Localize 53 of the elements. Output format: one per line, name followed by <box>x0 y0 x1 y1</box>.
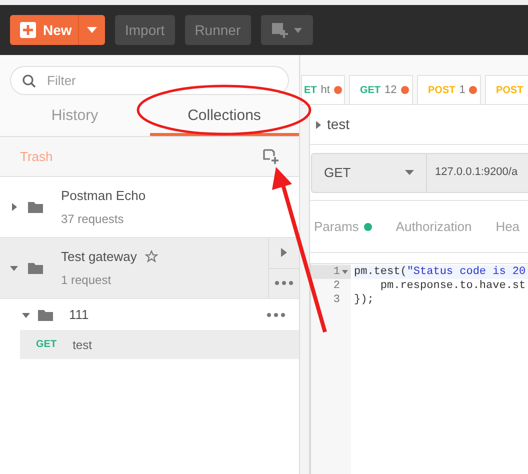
method-label: GET <box>36 338 57 352</box>
new-window-button[interactable] <box>260 15 313 45</box>
plus-icon <box>20 22 36 38</box>
folder-icon <box>28 262 43 274</box>
tab-title: 1 <box>459 82 466 98</box>
filter-field[interactable]: Filter <box>10 66 289 95</box>
request-tab[interactable]: POST 1 <box>416 75 481 104</box>
request-title: test <box>327 115 350 134</box>
folder-item[interactable]: 111 <box>0 299 299 330</box>
toolbar-button[interactable]: Runner <box>184 15 251 45</box>
tab-title: 12 <box>384 82 397 98</box>
request-section-tab[interactable]: Authorization <box>396 216 472 236</box>
method-label: GET <box>360 84 381 98</box>
more-icon[interactable] <box>275 281 293 286</box>
method-label: POST <box>428 84 456 98</box>
folder-icon <box>38 308 53 320</box>
star-icon[interactable] <box>144 250 158 263</box>
toolbar-button[interactable]: Import <box>115 15 175 45</box>
request-tab[interactable]: GET 12 <box>348 75 413 104</box>
code-line: pm.response.to.have.st <box>379 279 527 293</box>
sidebar-tab[interactable]: History <box>0 99 150 136</box>
line-number: 2 <box>333 278 340 294</box>
search-icon <box>22 74 36 88</box>
tab-title: ht <box>320 82 330 98</box>
request-count: 37 requests <box>61 211 125 228</box>
method-label: ET <box>304 84 317 98</box>
request-name: test <box>72 336 92 354</box>
caret-icon[interactable] <box>316 120 321 128</box>
caret-icon <box>87 27 97 33</box>
folder-name: 111 <box>69 306 90 324</box>
request-section-tab[interactable]: Params <box>314 216 372 236</box>
line-number: 3 <box>333 292 340 308</box>
fold-icon[interactable] <box>342 270 348 274</box>
request-tab[interactable]: ET ht <box>301 75 345 104</box>
request-section-tab[interactable]: Hea <box>496 216 520 236</box>
collection-name: Postman Echo <box>61 186 146 205</box>
folder-icon <box>28 201 43 213</box>
caret-icon <box>294 28 302 32</box>
collection-item[interactable]: Test gateway 1 request <box>0 238 299 299</box>
caret-icon[interactable] <box>10 264 18 272</box>
request-count: 1 request <box>61 272 112 290</box>
new-button[interactable]: New <box>10 15 105 45</box>
new-collection-icon[interactable] <box>263 149 279 164</box>
code-line: }); <box>354 293 375 307</box>
request-item[interactable]: GET test <box>20 330 299 359</box>
play-icon[interactable] <box>281 248 287 258</box>
line-number: 1 <box>333 264 340 280</box>
window-plus-icon <box>272 22 288 38</box>
collection-name: Test gateway <box>61 248 137 266</box>
caret-icon[interactable] <box>10 203 18 211</box>
caret-icon[interactable] <box>22 310 30 318</box>
method-label: POST <box>496 84 524 98</box>
more-icon[interactable] <box>267 312 285 316</box>
